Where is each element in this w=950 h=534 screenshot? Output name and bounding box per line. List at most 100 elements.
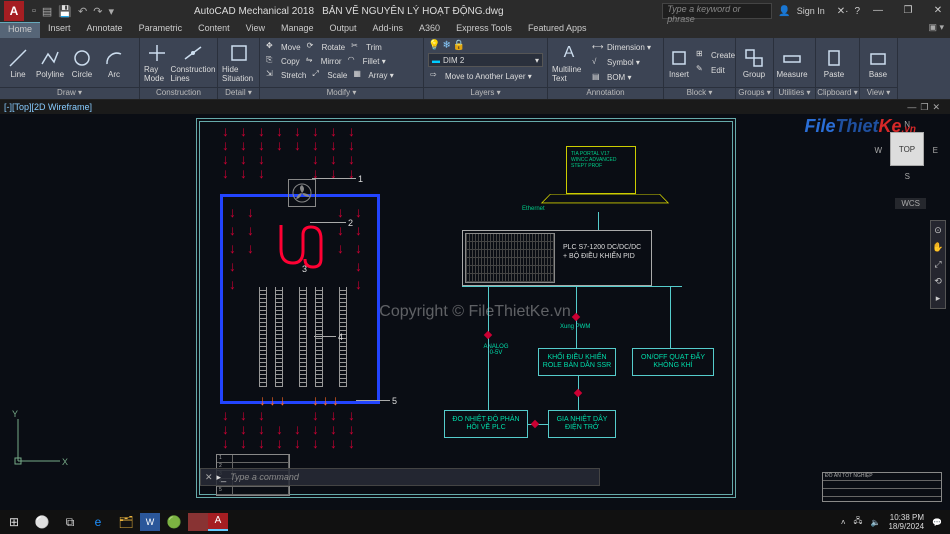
viewport-label[interactable]: [-][Top][2D Wireframe]	[4, 102, 92, 112]
signin-icon[interactable]: 👤	[778, 6, 790, 17]
drawing-canvas[interactable]: ↓↓↓↓↓↓↓↓ ↓↓↓↓↓↓↓↓ ↓↓↓↓↓↓ ↓↓↓↓↓↓ ↓↓↓↓ ↓↓↓…	[0, 114, 950, 510]
edit-block-button[interactable]: ✎Edit	[694, 63, 737, 77]
circle-button[interactable]: Circle	[68, 47, 96, 79]
tray-up-icon[interactable]: ˄	[841, 518, 846, 527]
window-close-button[interactable]: ✕	[926, 1, 950, 21]
panel-detail-label[interactable]: Detail ▾	[218, 87, 259, 99]
tab-annotate[interactable]: Annotate	[79, 22, 131, 38]
insert-block-button[interactable]: Insert	[668, 47, 690, 79]
array-button[interactable]: ▦Array ▾	[351, 68, 395, 82]
tray-network-icon[interactable]: 🖧	[854, 515, 863, 529]
bom-button[interactable]: ▤BOM ▾	[590, 71, 653, 85]
viewcube[interactable]: TOP	[890, 132, 924, 166]
edge-icon[interactable]: e	[84, 510, 112, 534]
nav-wheel-icon[interactable]: ⊙	[934, 225, 942, 236]
nav-orbit-icon[interactable]: ⟲	[934, 276, 942, 287]
autocad-task-icon[interactable]: A	[208, 513, 228, 531]
tab-manage[interactable]: Manage	[273, 22, 322, 38]
line-button[interactable]: Line	[4, 47, 32, 79]
nav-showmotion-icon[interactable]: ▸	[936, 293, 941, 304]
qat-new-icon[interactable]: ▫	[32, 5, 36, 18]
tab-a360[interactable]: A360	[411, 22, 448, 38]
panel-clipboard-label[interactable]: Clipboard ▾	[816, 87, 859, 99]
tab-express[interactable]: Express Tools	[448, 22, 520, 38]
panel-block-label[interactable]: Block ▾	[664, 87, 735, 99]
measure-button[interactable]: Measure	[778, 47, 806, 79]
tray-sound-icon[interactable]: 🔈	[870, 518, 880, 527]
qat-dropdown-icon[interactable]: ▾	[108, 5, 114, 18]
construction-lines-button[interactable]: Construction Lines	[173, 42, 213, 83]
move-to-layer-button[interactable]: ⇨Move to Another Layer ▾	[428, 69, 543, 83]
tab-view[interactable]: View	[238, 22, 273, 38]
mirror-button[interactable]: ⇋Mirror	[304, 54, 344, 68]
explorer-icon[interactable]: 🗂	[112, 510, 140, 534]
layer-dropdown[interactable]: ▬DIM 2▾	[428, 53, 543, 67]
search-button[interactable]: ⚪	[28, 510, 56, 534]
tab-addins[interactable]: Add-ins	[365, 22, 412, 38]
tab-home[interactable]: Home	[0, 22, 40, 38]
command-line[interactable]: ✕ ▸_ Type a command	[200, 468, 600, 486]
copy-button[interactable]: ⎘Copy	[264, 54, 302, 68]
help-search-input[interactable]: Type a keyword or phrase	[662, 3, 772, 19]
raymode-button[interactable]: Ray Mode	[144, 42, 169, 83]
window-minimize-button[interactable]: —	[866, 1, 890, 21]
tab-parametric[interactable]: Parametric	[131, 22, 191, 38]
layer-freeze-icon[interactable]: ❄	[442, 40, 450, 51]
move-button[interactable]: ✥Move	[264, 40, 303, 54]
base-view-button[interactable]: Base	[864, 47, 892, 79]
panel-construction-label[interactable]: Construction	[140, 87, 217, 99]
panel-utilities-label[interactable]: Utilities ▾	[774, 87, 815, 99]
exchange-icon[interactable]: ✕·	[837, 6, 849, 17]
help-icon[interactable]: ?	[854, 6, 860, 17]
app-logo[interactable]: A	[4, 1, 24, 21]
hide-situation-button[interactable]: Hide Situation	[222, 42, 255, 83]
panel-annotation-label[interactable]: Annotation	[548, 87, 663, 99]
create-block-button[interactable]: ⊞Create	[694, 48, 737, 62]
symbol-button[interactable]: √Symbol ▾	[590, 56, 653, 70]
start-button[interactable]: ⊞	[0, 510, 28, 534]
vp-restore-icon[interactable]: ❐	[920, 102, 928, 113]
paste-button[interactable]: Paste	[820, 47, 848, 79]
app-task-icon[interactable]	[188, 513, 208, 531]
chrome-icon[interactable]: 🟢	[160, 510, 188, 534]
group-button[interactable]: Group	[740, 47, 768, 79]
dimension-button[interactable]: ⟷Dimension ▾	[590, 41, 653, 55]
layer-light-icon[interactable]: 💡	[428, 40, 440, 51]
nav-zoom-icon[interactable]: ⤢	[934, 259, 941, 270]
notifications-icon[interactable]: 💬	[932, 518, 942, 527]
panel-modify-label[interactable]: Modify ▾	[260, 87, 423, 99]
tab-output[interactable]: Output	[322, 22, 365, 38]
panel-draw-label[interactable]: Draw ▾	[0, 87, 139, 99]
vp-minimize-icon[interactable]: —	[907, 102, 916, 113]
arc-button[interactable]: Arc	[100, 47, 128, 79]
nav-pan-icon[interactable]: ✋	[932, 242, 943, 253]
vc-west[interactable]: W	[874, 146, 882, 155]
tab-featured[interactable]: Featured Apps	[520, 22, 595, 38]
polyline-button[interactable]: Polyline	[36, 47, 64, 79]
fillet-button[interactable]: ◠Fillet ▾	[346, 54, 388, 68]
wcs-badge[interactable]: WCS	[895, 198, 926, 209]
ribbon-collapse-icon[interactable]: ▣ ▾	[928, 22, 944, 38]
tab-insert[interactable]: Insert	[40, 22, 79, 38]
tab-content[interactable]: Content	[190, 22, 238, 38]
layer-lock-icon[interactable]: 🔒	[453, 40, 465, 51]
trim-button[interactable]: ✂Trim	[349, 40, 384, 54]
qat-undo-icon[interactable]: ↶	[78, 5, 87, 18]
rotate-button[interactable]: ⟳Rotate	[305, 40, 348, 54]
qat-redo-icon[interactable]: ↷	[93, 5, 102, 18]
multiline-text-button[interactable]: AMultiline Text	[552, 42, 586, 83]
vp-close-icon[interactable]: ✕	[932, 102, 940, 113]
stretch-button[interactable]: ⇲Stretch	[264, 68, 308, 82]
vc-south[interactable]: S	[905, 172, 910, 181]
panel-layers-label[interactable]: Layers ▾	[424, 87, 547, 99]
panel-view-label[interactable]: View ▾	[860, 87, 897, 99]
vc-east[interactable]: E	[933, 146, 938, 155]
qat-open-icon[interactable]: ▤	[42, 5, 52, 18]
system-clock[interactable]: 10:38 PM 18/9/2024	[888, 513, 924, 531]
qat-save-icon[interactable]: 💾	[58, 5, 72, 18]
window-restore-button[interactable]: ❐	[896, 1, 920, 21]
panel-groups-label[interactable]: Groups ▾	[736, 87, 773, 99]
word-icon[interactable]: W	[140, 513, 160, 531]
signin-link[interactable]: Sign In	[797, 6, 825, 16]
taskview-button[interactable]: ⧉	[56, 510, 84, 534]
